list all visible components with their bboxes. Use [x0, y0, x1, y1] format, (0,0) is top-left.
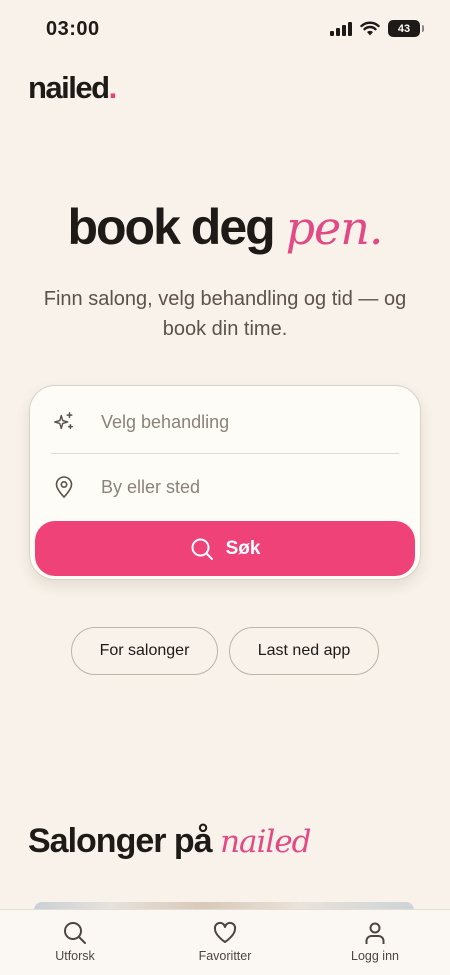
hero-title-accent: pen. [285, 201, 384, 255]
wifi-icon [360, 21, 380, 36]
tab-login-label: Logg inn [351, 949, 399, 963]
bottom-tab-bar: Utforsk Favoritter Logg inn [0, 909, 450, 975]
section-title-accent: nailed [220, 824, 311, 860]
brand-logo[interactable]: nailed. [28, 70, 118, 106]
heart-icon [213, 921, 237, 943]
status-icons: 43 [330, 20, 424, 37]
tab-login[interactable]: Logg inn [330, 920, 420, 963]
sparkle-icon [53, 411, 75, 433]
tab-explore[interactable]: Utforsk [30, 920, 120, 963]
for-salons-button[interactable]: For salonger [71, 627, 218, 675]
battery-indicator: 43 [388, 20, 424, 37]
brand-name: nailed [28, 70, 110, 105]
status-time: 03:00 [46, 18, 100, 40]
hero-title-main: book deg [67, 199, 275, 255]
search-card: Velg behandling By eller sted Søk [29, 385, 421, 580]
treatment-placeholder: Velg behandling [101, 411, 230, 432]
treatment-field[interactable]: Velg behandling [30, 392, 420, 452]
status-bar: 03:00 43 [0, 0, 450, 60]
location-placeholder: By eller sted [101, 476, 201, 497]
tab-favorites[interactable]: Favoritter [180, 920, 270, 963]
search-button-label: Søk [225, 537, 261, 559]
download-app-button[interactable]: Last ned app [229, 627, 379, 675]
brand-dot: . [108, 70, 118, 105]
hero-subtitle: Finn salong, velg behandling og tid — og… [43, 288, 407, 340]
signal-icon [330, 21, 352, 36]
section-title: Salonger på nailed [28, 822, 312, 861]
tab-favorites-label: Favoritter [198, 949, 252, 963]
search-icon [191, 538, 213, 560]
search-icon [64, 922, 86, 944]
field-divider [51, 453, 399, 454]
location-field[interactable]: By eller sted [30, 457, 420, 517]
tab-explore-label: Utforsk [55, 949, 95, 963]
section-title-main: Salonger på [28, 822, 213, 860]
search-button[interactable]: Søk [35, 521, 415, 576]
user-icon [365, 922, 385, 944]
hero-title: book deg pen. [0, 198, 450, 256]
location-pin-icon [53, 476, 75, 498]
